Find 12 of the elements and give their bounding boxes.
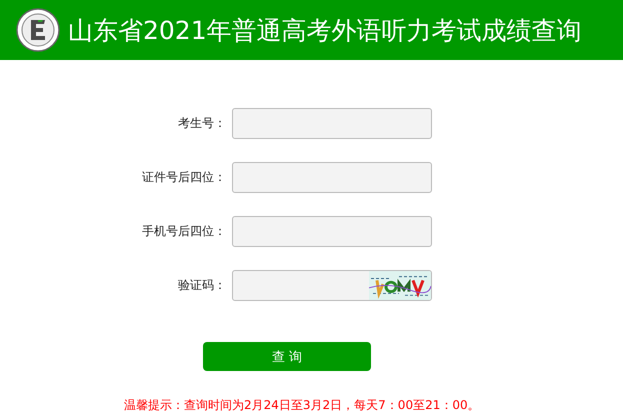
text-field[interactable] xyxy=(232,216,432,247)
page-title: 山东省2021年普通高考外语听力考试成绩查询 xyxy=(68,14,582,46)
field-label: 考生号： xyxy=(177,115,227,132)
text-field[interactable] xyxy=(232,108,432,139)
field-label: 验证码： xyxy=(177,277,227,294)
field-label: 手机号后四位： xyxy=(141,223,227,240)
text-field[interactable] xyxy=(232,162,432,193)
captcha-field[interactable] xyxy=(232,270,432,301)
logo-icon xyxy=(16,8,60,52)
notice-text: 温馨提示：查询时间为2月24日至3月2日，每天7：00至21：00。 xyxy=(123,397,481,414)
field-label: 证件号后四位： xyxy=(141,169,227,186)
submit-button[interactable]: 查 询 xyxy=(203,342,371,371)
